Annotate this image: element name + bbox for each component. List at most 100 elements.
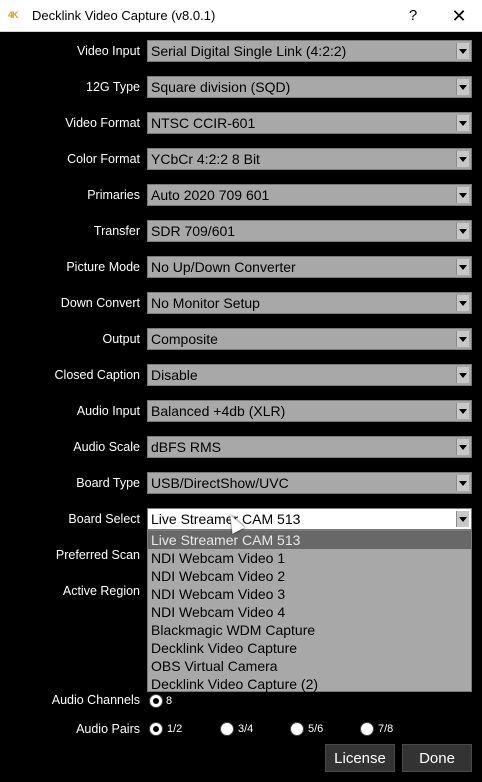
audio-pairs-option-label: 3/4 — [238, 723, 254, 735]
audio-pairs-row: Audio Pairs 1/2 3/4 5/6 7/8 — [0, 718, 482, 742]
list-item[interactable]: OBS Virtual Camera — [148, 657, 471, 675]
chevron-down-icon[interactable] — [456, 115, 469, 131]
list-item[interactable]: Blackmagic WDM Capture — [148, 621, 471, 639]
audio-pairs-label: Audio Pairs — [76, 722, 140, 736]
board-select-select[interactable]: Live Streamer CAM 513 — [147, 508, 472, 530]
setting-row-transfer: Transfer SDR 709/601 — [0, 218, 482, 244]
setting-row-primaries: Primaries Auto 2020 709 601 — [0, 182, 482, 208]
setting-row-picture-mode: Picture Mode No Up/Down Converter — [0, 254, 482, 280]
audio-scale-value: dBFS RMS — [151, 439, 222, 455]
setting-row-12g-type: 12G Type Square division (SQD) — [0, 74, 482, 100]
video-format-value: NTSC CCIR-601 — [151, 115, 256, 131]
picture-mode-select[interactable]: No Up/Down Converter — [147, 256, 472, 278]
audio-pairs-radio-7-8[interactable] — [360, 722, 374, 736]
audio-pairs-radio-3-4[interactable] — [220, 722, 234, 736]
audio-pairs-option-label: 5/6 — [308, 723, 324, 735]
transfer-value: SDR 709/601 — [151, 223, 236, 239]
chevron-down-icon[interactable] — [456, 223, 469, 239]
app-icon: 4K — [8, 10, 19, 20]
close-button[interactable]: ✕ — [436, 0, 482, 32]
audio-pairs-option-label: 1/2 — [167, 723, 183, 735]
list-item[interactable]: Decklink Video Capture — [148, 639, 471, 657]
active-region-label: Active Region — [62, 584, 140, 598]
chevron-down-icon[interactable] — [456, 295, 469, 311]
chevron-down-icon[interactable] — [456, 367, 469, 383]
closed-caption-label: Closed Caption — [54, 368, 140, 382]
chevron-down-icon[interactable] — [456, 511, 469, 527]
list-item[interactable]: NDI Webcam Video 2 — [148, 567, 471, 585]
list-item[interactable]: Live Streamer CAM 513 — [148, 531, 471, 549]
chevron-down-icon[interactable] — [456, 79, 469, 95]
audio-input-select[interactable]: Balanced +4db (XLR) — [147, 400, 472, 422]
audio-scale-label: Audio Scale — [73, 440, 140, 454]
board-type-value: USB/DirectShow/UVC — [151, 475, 289, 491]
color-format-select[interactable]: YCbCr 4:2:2 8 Bit — [147, 148, 472, 170]
output-select[interactable]: Composite — [147, 328, 472, 350]
audio-channels-row: Audio Channels 8 — [0, 690, 482, 714]
setting-row-board-type: Board Type USB/DirectShow/UVC — [0, 470, 482, 496]
closed-caption-value: Disable — [151, 367, 198, 383]
video-format-select[interactable]: NTSC CCIR-601 — [147, 112, 472, 134]
primaries-value: Auto 2020 709 601 — [151, 187, 270, 203]
list-item[interactable]: NDI Webcam Video 1 — [148, 549, 471, 567]
setting-row-closed-caption: Closed Caption Disable — [0, 362, 482, 388]
help-button[interactable]: ? — [390, 0, 436, 32]
board-select-dropdown-list: Live Streamer CAM 513 NDI Webcam Video 1… — [147, 530, 472, 692]
video-format-label: Video Format — [65, 116, 140, 130]
setting-row-video-format: Video Format NTSC CCIR-601 — [0, 110, 482, 136]
color-format-label: Color Format — [67, 152, 140, 166]
picture-mode-label: Picture Mode — [66, 260, 140, 274]
video-input-label: Video Input — [76, 44, 140, 58]
setting-row-down-convert: Down Convert No Monitor Setup — [0, 290, 482, 316]
preferred-scan-label: Preferred Scan — [55, 548, 140, 562]
audio-scale-select[interactable]: dBFS RMS — [147, 436, 472, 458]
window-title: Decklink Video Capture (v8.0.1) — [32, 8, 216, 23]
audio-channels-radio-8[interactable] — [149, 694, 163, 708]
chevron-down-icon[interactable] — [456, 331, 469, 347]
12g-type-select[interactable]: Square division (SQD) — [147, 76, 472, 98]
list-item[interactable]: NDI Webcam Video 4 — [148, 603, 471, 621]
audio-pairs-option-label: 7/8 — [378, 723, 394, 735]
setting-row-color-format: Color Format YCbCr 4:2:2 8 Bit — [0, 146, 482, 172]
chevron-down-icon[interactable] — [456, 151, 469, 167]
picture-mode-value: No Up/Down Converter — [151, 259, 296, 275]
chevron-down-icon[interactable] — [456, 439, 469, 455]
primaries-label: Primaries — [87, 188, 140, 202]
audio-input-label: Audio Input — [76, 404, 140, 418]
12g-type-label: 12G Type — [86, 80, 140, 94]
setting-row-audio-input: Audio Input Balanced +4db (XLR) — [0, 398, 482, 424]
down-convert-value: No Monitor Setup — [151, 295, 260, 311]
output-value: Composite — [151, 331, 218, 347]
primaries-select[interactable]: Auto 2020 709 601 — [147, 184, 472, 206]
audio-channels-label: Audio Channels — [51, 693, 140, 707]
video-input-value: Serial Digital Single Link (4:2:2) — [151, 43, 347, 59]
chevron-down-icon[interactable] — [456, 187, 469, 203]
done-button[interactable]: Done — [402, 744, 472, 772]
12g-type-value: Square division (SQD) — [151, 79, 291, 95]
video-input-select[interactable]: Serial Digital Single Link (4:2:2) — [147, 40, 472, 62]
chevron-down-icon[interactable] — [456, 475, 469, 491]
board-type-label: Board Type — [76, 476, 140, 490]
down-convert-select[interactable]: No Monitor Setup — [147, 292, 472, 314]
board-type-select[interactable]: USB/DirectShow/UVC — [147, 472, 472, 494]
title-bar: 4K Decklink Video Capture (v8.0.1) ? ✕ — [0, 0, 482, 32]
chevron-down-icon[interactable] — [456, 43, 469, 59]
license-button[interactable]: License — [325, 744, 395, 772]
list-item[interactable]: NDI Webcam Video 3 — [148, 585, 471, 603]
setting-row-audio-scale: Audio Scale dBFS RMS — [0, 434, 482, 460]
transfer-select[interactable]: SDR 709/601 — [147, 220, 472, 242]
transfer-label: Transfer — [93, 224, 140, 238]
audio-pairs-radio-1-2[interactable] — [149, 722, 163, 736]
color-format-value: YCbCr 4:2:2 8 Bit — [151, 151, 260, 167]
audio-channels-option-label: 8 — [166, 695, 173, 707]
chevron-down-icon[interactable] — [456, 403, 469, 419]
setting-row-video-input: Video Input Serial Digital Single Link (… — [0, 38, 482, 64]
chevron-down-icon[interactable] — [456, 259, 469, 275]
down-convert-label: Down Convert — [60, 296, 140, 310]
audio-pairs-radio-5-6[interactable] — [290, 722, 304, 736]
board-select-label: Board Select — [68, 512, 140, 526]
output-label: Output — [102, 332, 140, 346]
audio-input-value: Balanced +4db (XLR) — [151, 403, 286, 419]
closed-caption-select[interactable]: Disable — [147, 364, 472, 386]
setting-row-output: Output Composite — [0, 326, 482, 352]
